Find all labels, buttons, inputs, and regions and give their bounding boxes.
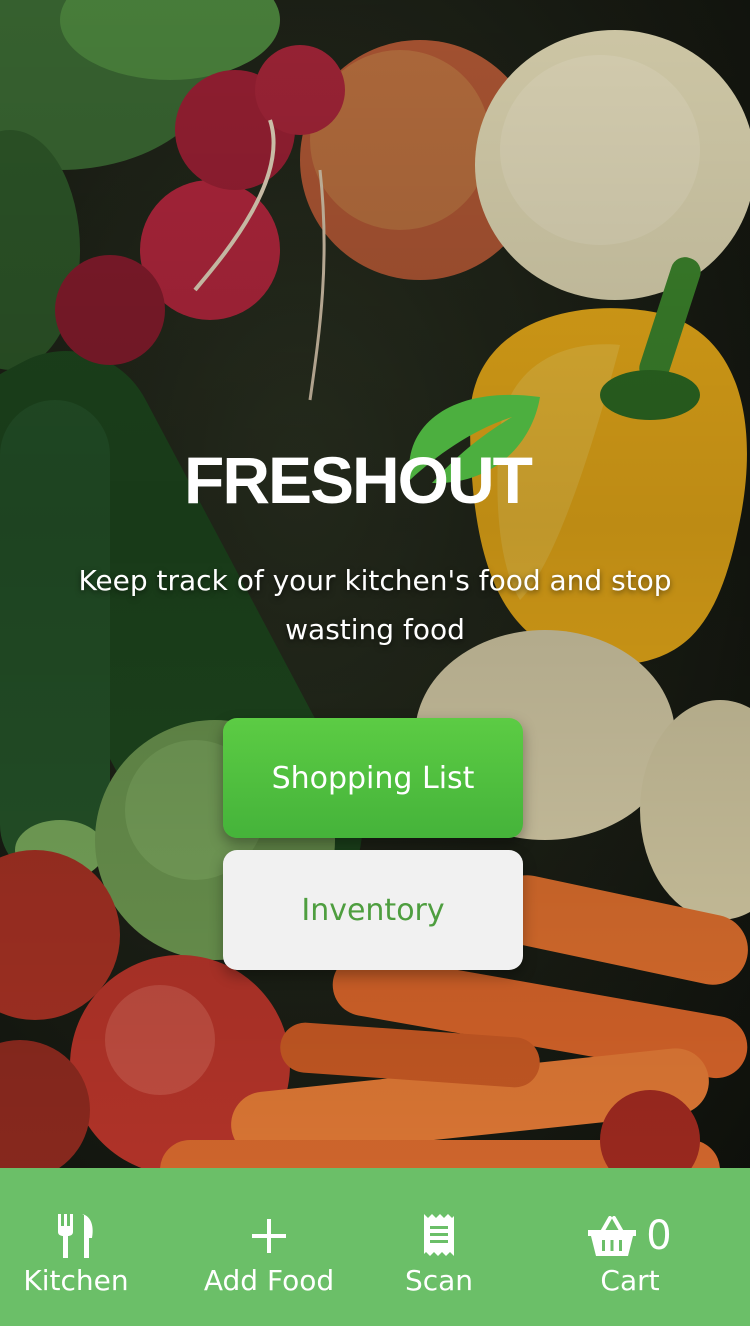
- freshout-logo: FRESHOUT: [180, 385, 570, 530]
- nav-item-cart[interactable]: 0 Cart: [572, 1168, 688, 1326]
- brand-wordmark: FRESHOUT: [184, 443, 533, 517]
- shopping-list-button[interactable]: Shopping List: [223, 718, 523, 838]
- nav-item-add-food[interactable]: Add Food: [196, 1168, 342, 1326]
- cart-count-badge: 0: [646, 1213, 672, 1259]
- nav-label-add-food: Add Food: [203, 1264, 335, 1297]
- nav-item-kitchen[interactable]: Kitchen: [20, 1168, 132, 1326]
- nav-label-kitchen: Kitchen: [23, 1264, 129, 1297]
- basket-icon: [588, 1216, 637, 1256]
- tagline: Keep track of your kitchen's food and st…: [78, 564, 672, 646]
- nav-label-cart: Cart: [600, 1264, 660, 1297]
- receipt-icon: [422, 1214, 456, 1258]
- nav-label-scan: Scan: [404, 1264, 474, 1297]
- nav-item-scan[interactable]: Scan: [396, 1168, 482, 1326]
- inventory-button[interactable]: Inventory: [223, 850, 523, 970]
- fork-knife-icon: [56, 1214, 96, 1258]
- bottom-navigation: Kitchen Add Food Scan 0 Cart: [0, 1168, 750, 1326]
- cart-icon-group: 0: [588, 1213, 672, 1259]
- plus-icon: [252, 1214, 286, 1258]
